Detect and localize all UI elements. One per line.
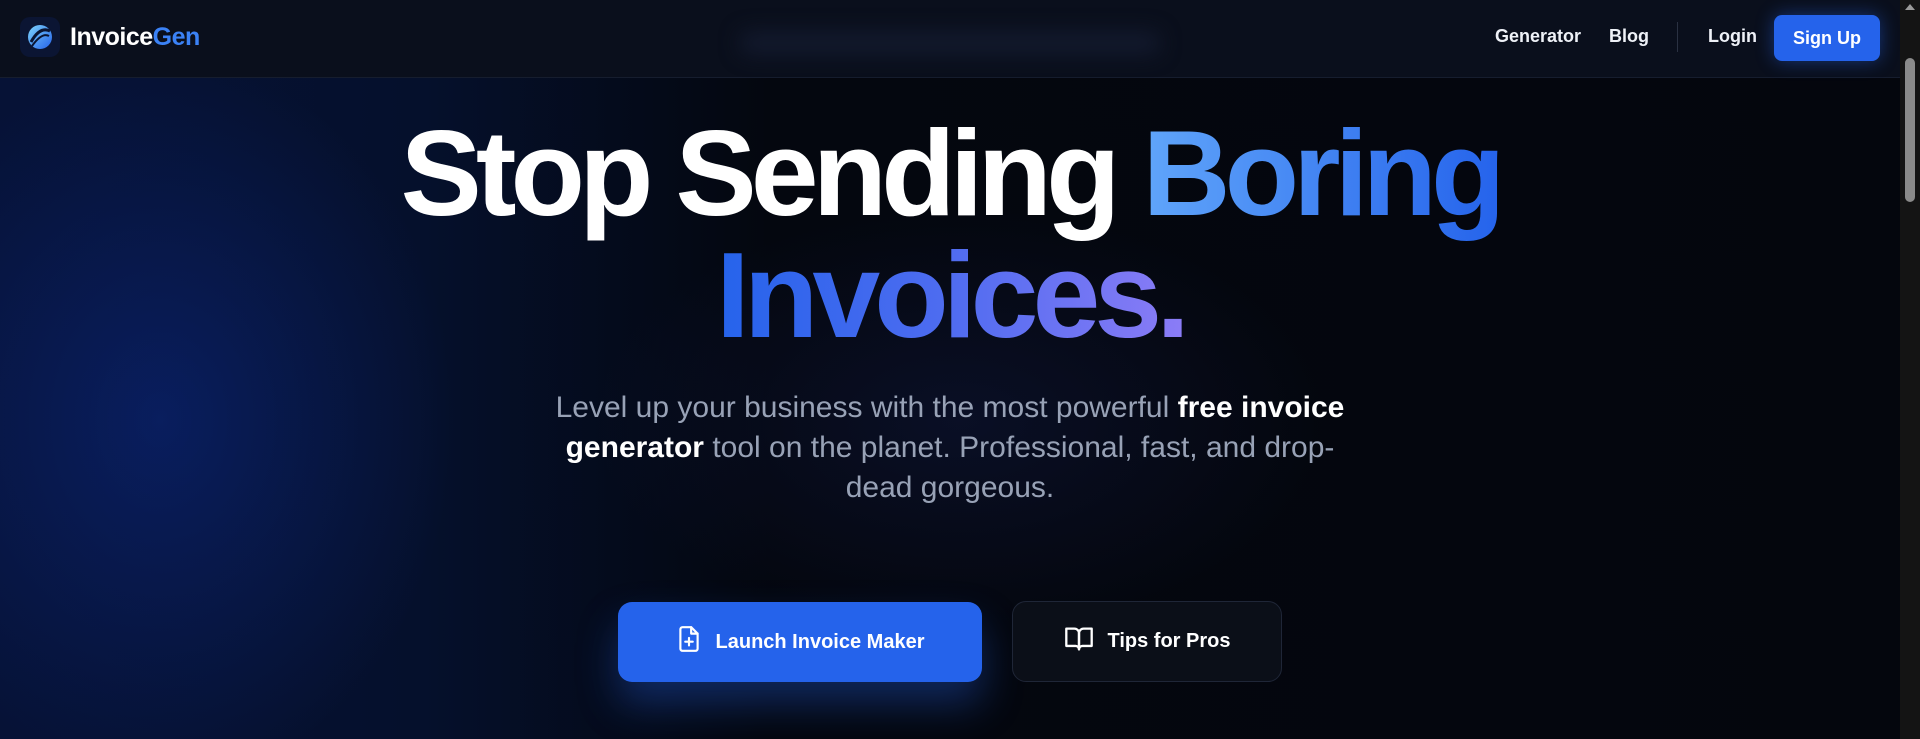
nav-link-blog[interactable]: Blog: [1609, 26, 1649, 47]
scrollbar-thumb[interactable]: [1905, 58, 1915, 202]
vertical-scrollbar[interactable]: [1900, 0, 1920, 739]
logo-icon: [20, 17, 60, 57]
file-plus-icon: [676, 625, 702, 659]
book-open-icon: [1064, 626, 1094, 658]
blurred-nav-content: [740, 32, 1160, 54]
hero-title-invoices: Invoices.: [715, 227, 1190, 363]
launch-invoice-maker-label: Launch Invoice Maker: [715, 630, 925, 653]
hero-title-accent: Boring: [1142, 105, 1506, 241]
launch-invoice-maker-button[interactable]: Launch Invoice Maker: [618, 602, 982, 682]
scroll-up-icon[interactable]: [1905, 4, 1915, 10]
hero-subtitle-part2: tool on the planet. Professional, fast, …: [703, 431, 1335, 504]
hero-title-white: Stop Sending: [400, 105, 1143, 241]
brand-name: InvoiceGen: [70, 23, 200, 52]
hero-subtitle-part1: Level up your business with the most pow…: [555, 391, 1178, 424]
brand-name-invoice: Invoice: [70, 22, 153, 51]
brand-logo[interactable]: InvoiceGen: [20, 17, 200, 57]
brand-name-gen: Gen: [152, 22, 201, 51]
tips-for-pros-label: Tips for Pros: [1107, 630, 1231, 652]
top-nav: InvoiceGen Generator Blog Login Sign Up: [0, 0, 1900, 78]
hero-title-line1: Stop Sending Boring: [0, 112, 1900, 234]
nav-link-generator[interactable]: Generator: [1495, 26, 1581, 47]
hero-subtitle: Level up your business with the most pow…: [540, 388, 1360, 508]
nav-divider: [1677, 22, 1678, 52]
tips-for-pros-button[interactable]: Tips for Pros: [1012, 601, 1282, 682]
hero-title-line2: Invoices.: [0, 234, 1900, 356]
signup-button[interactable]: Sign Up: [1774, 15, 1880, 61]
login-link[interactable]: Login: [1708, 26, 1757, 47]
